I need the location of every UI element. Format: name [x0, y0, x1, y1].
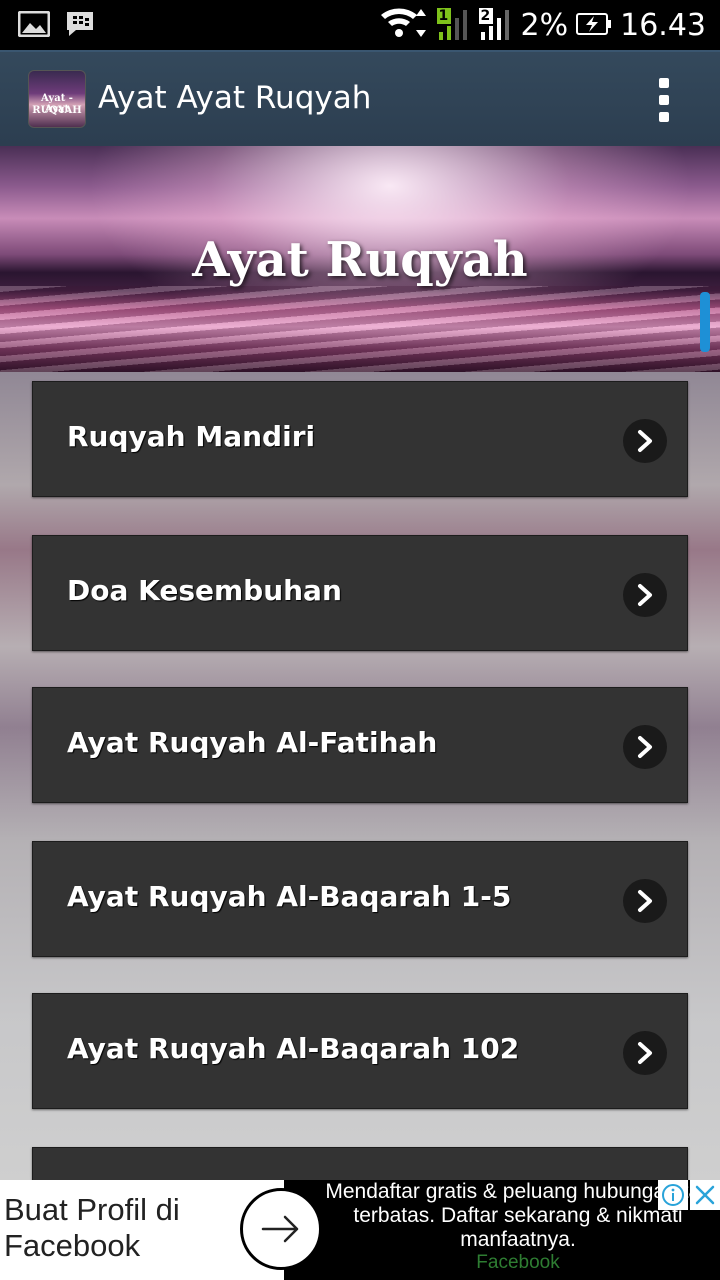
- menu-item-label: Ayat Ruqyah Al-Baqarah 1-5: [67, 880, 512, 913]
- header-banner: Ayat Ruqyah: [0, 146, 720, 372]
- chevron-right-icon[interactable]: [623, 1031, 667, 1075]
- menu-item-al-baqarah-1-5[interactable]: Ayat Ruqyah Al-Baqarah 1-5: [32, 841, 688, 957]
- gallery-notification-icon: [18, 10, 50, 38]
- arrow-right-icon[interactable]: [240, 1188, 322, 1270]
- ad-advertiser[interactable]: Facebook: [322, 1252, 714, 1274]
- status-bar: 1 2 2% 16.43: [0, 0, 720, 50]
- battery-charging-icon: [576, 8, 612, 43]
- info-icon[interactable]: [658, 1180, 688, 1210]
- ad-body-text: Mendaftar gratis & peluang hubungan tak …: [325, 1180, 711, 1251]
- more-vertical-icon[interactable]: [652, 78, 676, 122]
- scroll-indicator[interactable]: [700, 292, 710, 352]
- ad-headline: Buat Profil di Facebook: [4, 1192, 180, 1263]
- menu-item-partial[interactable]: [32, 1147, 688, 1180]
- app-bar: Ayat - Ayat RUQYAH Ayat Ayat Ruqyah: [0, 50, 720, 146]
- menu-list: Ruqyah Mandiri Doa Kesembuhan Ayat Ruqya…: [0, 372, 720, 1180]
- chevron-right-icon[interactable]: [623, 725, 667, 769]
- chevron-right-icon[interactable]: [623, 573, 667, 617]
- menu-item-ruqyah-mandiri[interactable]: Ruqyah Mandiri: [32, 381, 688, 497]
- menu-item-al-baqarah-102[interactable]: Ayat Ruqyah Al-Baqarah 102: [32, 993, 688, 1109]
- menu-item-label: Ayat Ruqyah Al-Fatihah: [67, 726, 438, 759]
- battery-percent: 2%: [520, 7, 569, 43]
- chevron-right-icon[interactable]: [623, 879, 667, 923]
- wifi-icon: [379, 3, 429, 47]
- menu-item-label: Ayat Ruqyah Al-Baqarah 102: [67, 1032, 520, 1065]
- menu-item-al-fatihah[interactable]: Ayat Ruqyah Al-Fatihah: [32, 687, 688, 803]
- sim1-label: 1: [438, 8, 449, 24]
- menu-item-doa-kesembuhan[interactable]: Doa Kesembuhan: [32, 535, 688, 651]
- clock: 16.43: [620, 7, 706, 43]
- sim2-label: 2: [480, 8, 491, 24]
- ad-banner[interactable]: Buat Profil di Facebook Mendaftar gratis…: [0, 1180, 720, 1280]
- app-title: Ayat Ayat Ruqyah: [98, 80, 372, 116]
- bbm-notification-icon: [64, 10, 96, 38]
- app-logo-text-bottom: RUQYAH: [32, 105, 82, 116]
- app-logo: Ayat - Ayat RUQYAH: [28, 70, 86, 128]
- sim2-signal-icon: 2: [478, 8, 513, 42]
- sim1-signal-icon: 1: [436, 8, 471, 42]
- menu-item-label: Doa Kesembuhan: [67, 574, 342, 607]
- chevron-right-icon[interactable]: [623, 419, 667, 463]
- menu-item-label: Ruqyah Mandiri: [67, 420, 316, 453]
- banner-sea-image: [0, 286, 720, 372]
- close-icon[interactable]: [690, 1180, 720, 1210]
- banner-title: Ayat Ruqyah: [192, 232, 528, 288]
